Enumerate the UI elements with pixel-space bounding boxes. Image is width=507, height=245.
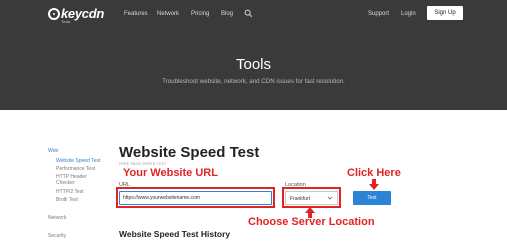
history-title: Website Speed Test History: [119, 229, 231, 239]
nav-login[interactable]: Login: [401, 10, 416, 18]
sidebar-item-performance-test[interactable]: Performance Test: [56, 166, 95, 172]
hero-subtitle: Troubleshoot website, network, and CDN i…: [162, 78, 345, 85]
logo[interactable]: keycdn: [48, 7, 104, 25]
search-icon[interactable]: [244, 9, 253, 18]
logo-subtitle: Tools: [61, 19, 71, 24]
annotation-location-hint: Choose Server Location: [248, 216, 375, 228]
header: keycdn Tools Features Network Pricing Bl…: [0, 0, 507, 110]
nav-features[interactable]: Features: [124, 10, 148, 18]
sidebar-group-network[interactable]: Network: [48, 215, 66, 221]
page: keycdn Tools Features Network Pricing Bl…: [0, 0, 507, 245]
sidebar-group-security[interactable]: Security: [48, 233, 66, 239]
nav-blog[interactable]: Blog: [221, 10, 233, 18]
annotation-location-box: [282, 187, 341, 208]
sidebar-item-http2-test[interactable]: HTTP/2 Test: [56, 189, 84, 195]
sidebar-category-web[interactable]: Web: [48, 148, 58, 154]
keycdn-logo-icon: [48, 8, 60, 20]
nav-support[interactable]: Support: [368, 10, 389, 18]
annotation-url-box: [116, 187, 275, 208]
sidebar-item-brotli-test[interactable]: Brotli Test: [56, 197, 78, 203]
nav-network[interactable]: Network: [157, 10, 179, 18]
arrow-down-icon: [369, 179, 379, 190]
top-nav: keycdn Tools Features Network Pricing Bl…: [0, 0, 507, 28]
sidebar-item-checker[interactable]: Checker: [56, 180, 75, 186]
signup-button[interactable]: Sign Up: [427, 6, 463, 20]
test-button[interactable]: Test: [353, 191, 391, 205]
sidebar-item-website-speed-test[interactable]: Website Speed Test: [56, 158, 100, 164]
annotation-url-hint: Your Website URL: [123, 167, 218, 179]
page-title: Website Speed Test: [119, 144, 260, 161]
hero-title: Tools: [235, 56, 272, 73]
nav-pricing[interactable]: Pricing: [191, 10, 209, 18]
